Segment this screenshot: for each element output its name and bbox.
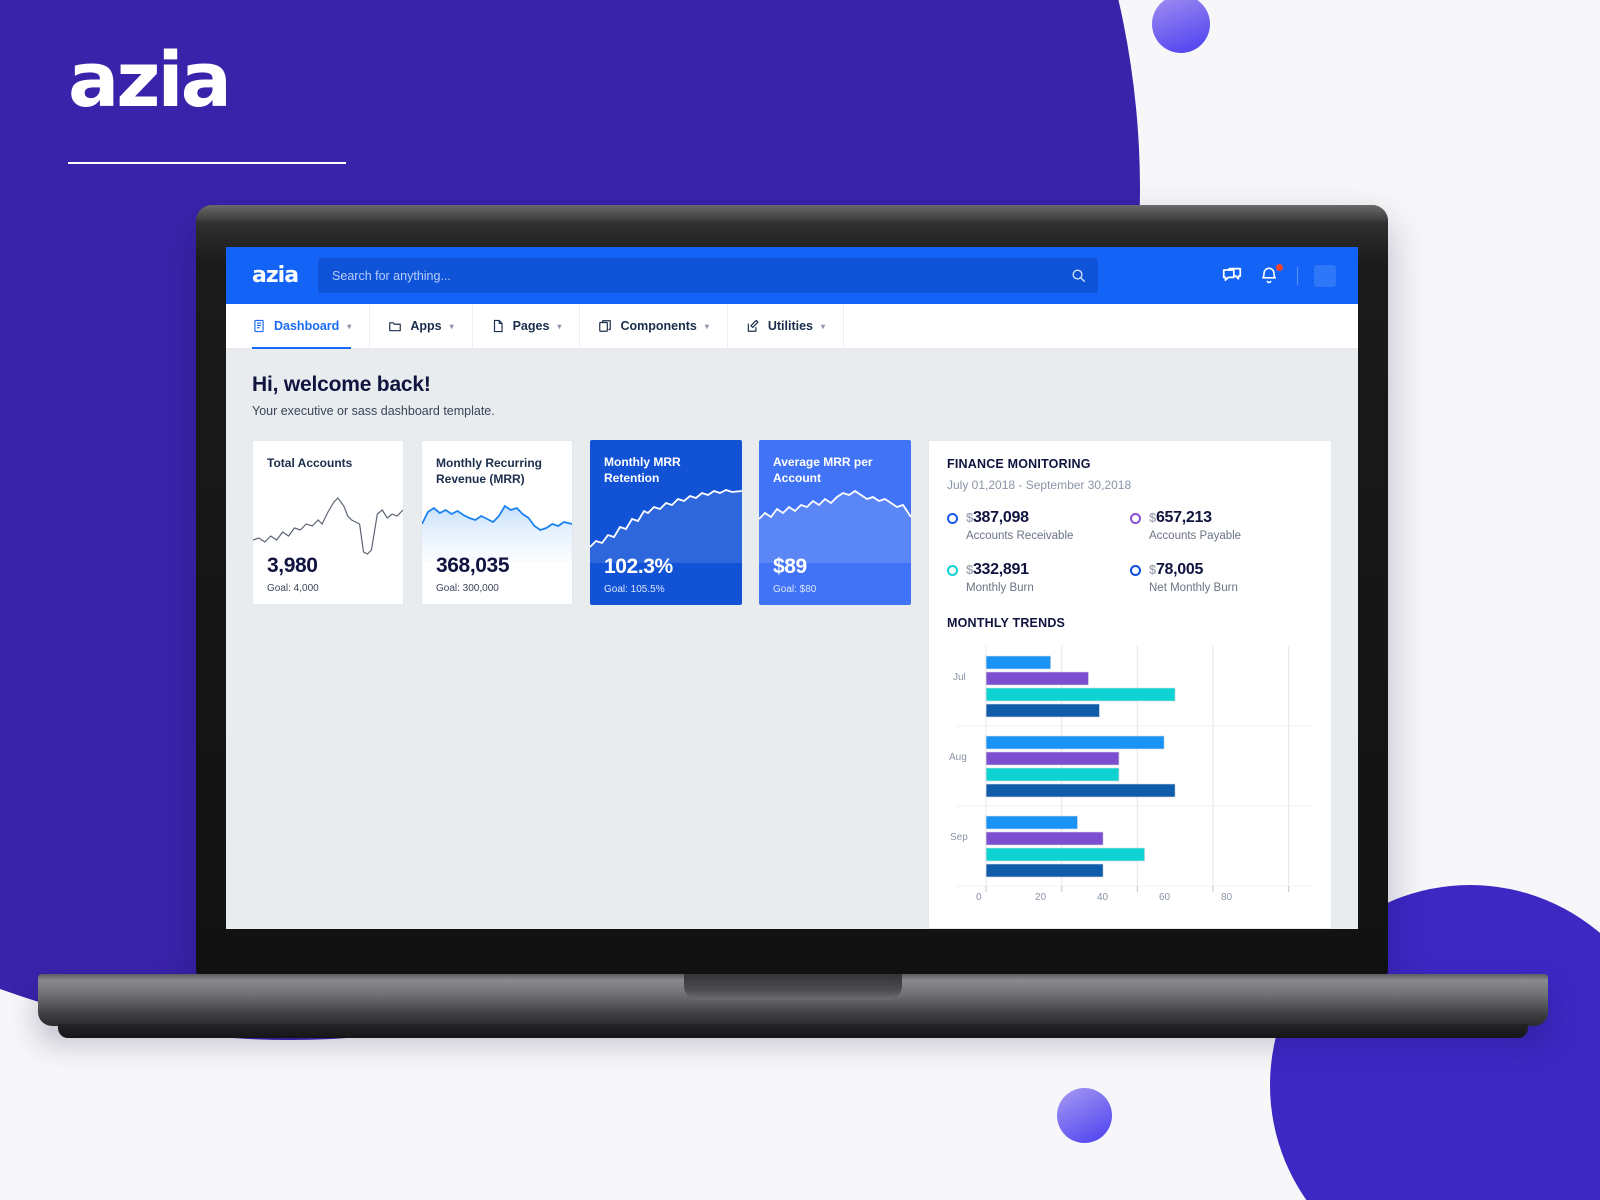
kpi-card-mrr-retention[interactable]: Monthly MRR Retention 102.3% Goal: 105.5… (590, 440, 742, 605)
monthly-trends-bar-chart: Jul Aug Sep 0 20 40 60 80 (947, 642, 1313, 912)
kpi-card-total-accounts[interactable]: Total Accounts 3,980 Goal: 4,000 (252, 440, 404, 605)
menu-item-label: Dashboard (274, 319, 340, 333)
file-icon (493, 319, 503, 333)
page-stage: azia azia Search for anything... Dashboa… (0, 0, 1600, 1200)
kpi-row: Total Accounts 3,980 Goal: 4,000 Monthly… (252, 440, 1332, 929)
chevron-down-icon: ▾ (347, 321, 352, 331)
bell-icon[interactable] (1259, 263, 1283, 287)
kpi-card-mrr[interactable]: Monthly Recurring Revenue (MRR) 368,035 … (421, 440, 573, 605)
menu-item-utilities[interactable]: Utilities ▾ (728, 304, 845, 348)
laptop-foot (58, 1024, 1528, 1038)
dashboard-icon (254, 319, 264, 333)
chevron-down-icon: ▾ (704, 321, 709, 331)
sparkline-total-accounts (253, 484, 403, 562)
kpi-value: 368,035 (436, 554, 510, 577)
kpi-goal: Goal: $80 (773, 584, 817, 595)
kpi-title: Monthly MRR Retention (604, 455, 681, 486)
laptop-screen: azia Search for anything... Dashboard ▾ … (226, 247, 1358, 929)
menu-item-label: Utilities (767, 319, 813, 333)
finance-metric: $387,098 Accounts Receivable (947, 509, 1130, 542)
menu-item-label: Apps (410, 319, 442, 333)
layers-icon (599, 320, 612, 332)
navbar-divider (1297, 266, 1298, 285)
laptop-mockup: azia Search for anything... Dashboard ▾ … (38, 205, 1548, 1038)
finance-label: Net Monthly Burn (1149, 582, 1238, 594)
ring-icon (1130, 564, 1141, 576)
kpi-value: 102.3% (604, 555, 673, 578)
laptop-lid: azia Search for anything... Dashboard ▾ … (196, 205, 1388, 975)
page-title: Hi, welcome back! (252, 373, 431, 396)
app-navbar: azia (226, 247, 1358, 304)
page-subtitle: Your executive or sass dashboard templat… (252, 404, 495, 418)
ring-icon (947, 512, 958, 524)
dashboard-page: Hi, welcome back! Your executive or sass… (226, 349, 1358, 929)
menu-item-dashboard[interactable]: Dashboard ▾ (252, 304, 371, 349)
finance-amount: $332,891 (966, 561, 1029, 579)
search-icon[interactable] (1071, 268, 1086, 283)
app-logo[interactable]: azia (252, 263, 299, 288)
kpi-title: Average MRR per Account (773, 455, 873, 486)
finance-amount: $387,098 (966, 509, 1029, 527)
kpi-title: Total Accounts (267, 456, 353, 470)
menu-item-apps[interactable]: Apps ▾ (370, 304, 473, 348)
edit-icon (747, 319, 759, 332)
chevron-down-icon: ▾ (557, 321, 562, 331)
finance-title: FINANCE MONITORING (947, 457, 1091, 471)
currency-symbol: $ (966, 562, 973, 577)
sparkline-mrr (422, 484, 572, 562)
chevron-down-icon: ▾ (821, 321, 826, 331)
finance-amount-value: 387,098 (972, 509, 1029, 526)
finance-amount: $78,005 (1149, 561, 1203, 579)
brand-underline (68, 162, 346, 164)
finance-amount: $657,213 (1149, 509, 1212, 527)
currency-symbol: $ (1149, 510, 1156, 525)
kpi-goal: Goal: 105.5% (604, 584, 665, 595)
search-box[interactable] (318, 258, 1099, 293)
finance-date-range: July 01,2018 - September 30,2018 (947, 478, 1132, 492)
chat-icon[interactable] (1221, 265, 1243, 287)
chevron-down-icon: ▾ (449, 321, 454, 331)
kpi-goal: Goal: 300,000 (436, 583, 499, 594)
main-menubar: Dashboard ▾ Apps ▾ Pages ▾ Components ▾ … (226, 304, 1358, 349)
brand-wordmark-text: azia (68, 35, 232, 124)
finance-amount-value: 657,213 (1155, 509, 1212, 526)
menu-item-label: Components (620, 319, 697, 333)
menu-item-pages[interactable]: Pages ▾ (473, 304, 581, 348)
avatar[interactable] (1314, 264, 1336, 287)
kpi-title: Monthly Recurring Revenue (MRR) (436, 456, 543, 487)
finance-amount-value: 332,891 (972, 561, 1029, 578)
currency-symbol: $ (1149, 562, 1156, 577)
finance-amount-value: 78,005 (1155, 561, 1204, 578)
kpi-card-avg-mrr-per-account[interactable]: Average MRR per Account $89 Goal: $80 (759, 440, 911, 605)
monthly-trends-title: MONTHLY TRENDS (947, 616, 1066, 630)
notification-badge (1276, 263, 1283, 271)
laptop-notch (684, 974, 902, 1000)
finance-label: Accounts Payable (1149, 530, 1242, 542)
finance-metric: $332,891 Monthly Burn (947, 561, 1130, 594)
decorative-dot-bottom (1057, 1088, 1112, 1143)
folder-icon (389, 322, 402, 332)
sparkline-mrr-retention (590, 485, 742, 563)
ring-icon (1130, 512, 1141, 524)
currency-symbol: $ (966, 510, 973, 525)
brand-wordmark: azia (68, 42, 348, 164)
search-input[interactable] (332, 268, 1072, 283)
kpi-value: $89 (773, 555, 807, 578)
kpi-value: 3,980 (267, 554, 318, 577)
ring-icon (947, 564, 958, 576)
menu-item-components[interactable]: Components ▾ (580, 304, 728, 348)
laptop-base (38, 974, 1548, 1038)
menu-item-label: Pages (512, 319, 550, 333)
sparkline-avg-mrr (759, 485, 911, 563)
kpi-goal: Goal: 4,000 (267, 583, 319, 594)
finance-metric: $657,213 Accounts Payable (1130, 509, 1313, 542)
finance-label: Accounts Receivable (966, 530, 1074, 542)
decorative-dot-top (1152, 0, 1210, 53)
finance-label: Monthly Burn (966, 582, 1034, 594)
finance-monitoring-card: FINANCE MONITORING July 01,2018 - Septem… (928, 440, 1332, 929)
navbar-actions (1221, 263, 1340, 287)
finance-metric: $78,005 Net Monthly Burn (1130, 561, 1313, 594)
finance-metrics: $387,098 Accounts Receivable $657,213 Ac… (947, 509, 1313, 613)
